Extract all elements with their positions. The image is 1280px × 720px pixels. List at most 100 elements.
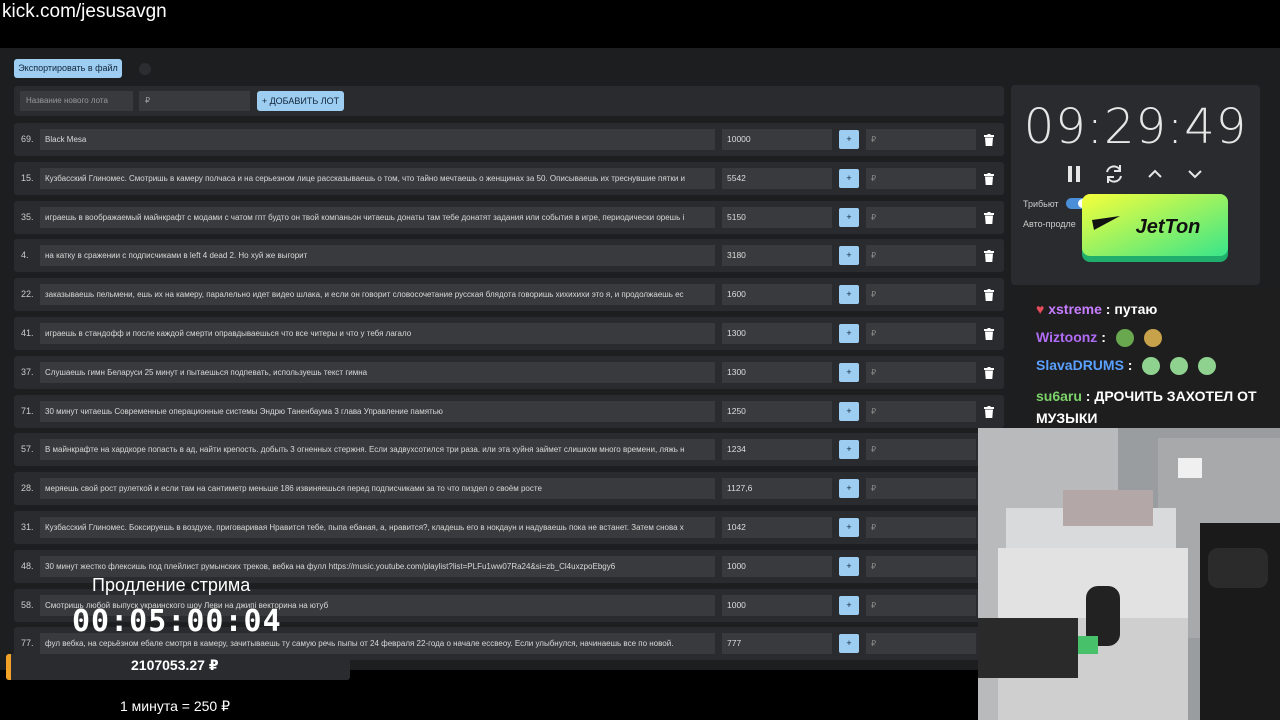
add-amount-button[interactable]: + [839,517,859,537]
chevron-up-icon[interactable] [1144,163,1166,185]
lot-number: 31. [21,521,34,532]
chat-message: Wiztoonz : [1036,329,1162,348]
total-amount: 2107053.27 ₽ [131,657,219,673]
autoextend-label: Авто-продле [1023,219,1076,229]
lot-amount-input[interactable]: 1600 [722,284,832,306]
lot-title-input[interactable]: заказываешь пельмени, ешь их на камеру, … [40,284,715,306]
trash-icon[interactable] [984,172,994,185]
lot-amount-input[interactable]: 5150 [722,206,832,228]
trash-icon[interactable] [984,405,994,418]
add-amount-input[interactable]: ₽ [866,206,976,228]
add-amount-button[interactable]: + [839,401,859,421]
lot-row: 35. играешь в воображаемый майнкрафт с мо… [14,200,1004,234]
lot-amount-input[interactable]: 10000 [722,129,832,150]
add-lot-button[interactable]: + ДОБАВИТЬ ЛОТ [257,91,344,111]
new-lot-price-input[interactable]: ₽ [139,91,250,111]
pepe-emote-icon [1115,329,1134,348]
extension-label: Продление стрима [92,575,251,595]
lot-row: 22. заказываешь пельмени, ешь их на камер… [14,278,1004,312]
chat-message: ♥ xstreme : путаю [1036,301,1158,317]
add-amount-button[interactable]: + [839,246,859,266]
trash-icon[interactable] [984,211,994,224]
lot-amount-input[interactable]: 1127,6 [722,478,832,500]
trash-icon[interactable] [984,250,994,263]
lot-number: 22. [21,289,34,300]
tribute-label: Трибьют [1023,199,1059,209]
lot-number: 37. [21,366,34,377]
lot-amount-input[interactable]: 1234 [722,439,832,461]
pause-icon[interactable] [1063,163,1085,185]
add-amount-button[interactable]: + [839,595,859,615]
add-amount-button[interactable]: + [839,130,859,149]
lot-title-input[interactable]: 30 минут жестко флексишь под плейлист ру… [40,555,715,577]
add-amount-input[interactable]: ₽ [866,284,976,306]
lot-amount-input[interactable]: 1300 [722,322,832,344]
lot-title-input[interactable]: 30 минут читаешь Современные операционны… [40,400,715,422]
lot-amount-input[interactable]: 1300 [722,361,832,383]
lot-row: 4. на катку в сражении с подписчиками в l… [14,239,1004,273]
lot-amount-input[interactable]: 777 [722,633,832,655]
lot-number: 69. [21,134,34,144]
add-amount-button[interactable]: + [839,440,859,460]
lot-amount-input[interactable]: 1000 [722,594,832,616]
add-amount-input[interactable]: ₽ [866,555,976,577]
trash-icon[interactable] [984,289,994,302]
add-amount-input[interactable]: ₽ [866,633,976,655]
extension-timer: 00:05:00:04 [72,604,282,639]
add-amount-button[interactable]: + [839,634,859,654]
add-amount-input[interactable]: ₽ [866,167,976,189]
add-amount-input[interactable]: ₽ [866,361,976,383]
lot-row: 69. Black Mesa 10000 + ₽ [14,123,1004,156]
lot-title-input[interactable]: Black Mesa [40,129,715,150]
chevron-down-icon[interactable] [1184,163,1206,185]
lot-amount-input[interactable]: 1250 [722,400,832,422]
doge-emote-icon [1143,329,1162,348]
lot-number: 48. [21,560,34,571]
lot-row: 31. Кузбасский Глиномес. Боксируешь в воз… [14,510,1004,544]
reset-icon[interactable] [1103,163,1125,185]
status-dot [139,63,151,75]
lot-row: 28. меряешь свой рост рулеткой и если там… [14,472,1004,506]
export-button[interactable]: Экспортировать в файл [14,59,122,78]
add-amount-input[interactable]: ₽ [866,594,976,616]
svg-text:JetTon: JetTon [1136,216,1201,238]
lot-title-input[interactable]: на катку в сражении с подписчиками в lef… [40,245,715,267]
lot-title-input[interactable]: играешь в стандофф и после каждой смерти… [40,322,715,344]
lot-amount-input[interactable]: 5542 [722,167,832,189]
lot-number: 58. [21,599,34,610]
stream-url: kick.com/jesusavgn [2,1,167,22]
add-amount-input[interactable]: ₽ [866,245,976,267]
lot-title-input[interactable]: играешь в воображаемый майнкрафт с модам… [40,206,715,228]
lot-amount-input[interactable]: 1042 [722,516,832,538]
add-amount-button[interactable]: + [839,479,859,499]
add-amount-input[interactable]: ₽ [866,400,976,422]
add-amount-button[interactable]: + [839,168,859,188]
add-amount-input[interactable]: ₽ [866,322,976,344]
add-amount-button[interactable]: + [839,285,859,305]
total-accent [6,654,11,680]
rate-label: 1 минута = 250 ₽ [120,698,231,714]
lot-number: 15. [21,172,34,183]
add-amount-input[interactable]: ₽ [866,129,976,150]
lot-title-input[interactable]: Кузбасский Глиномес. Боксируешь в воздух… [40,516,715,538]
trash-icon[interactable] [984,366,994,379]
lot-amount-input[interactable]: 3180 [722,245,832,267]
trash-icon[interactable] [984,134,994,146]
new-lot-name-input[interactable]: Название нового лота [20,91,133,111]
lot-row: 37. Слушаешь гимн Беларуси 25 минут и пыт… [14,355,1004,389]
add-amount-input[interactable]: ₽ [866,478,976,500]
lot-row: 41. играешь в стандофф и после каждой сме… [14,316,1004,350]
lot-title-input[interactable]: Слушаешь гимн Беларуси 25 минут и пытаеш… [40,361,715,383]
add-amount-button[interactable]: + [839,556,859,576]
lot-number: 41. [21,327,34,338]
add-amount-input[interactable]: ₽ [866,439,976,461]
lot-title-input[interactable]: меряешь свой рост рулеткой и если там на… [40,478,715,500]
add-amount-input[interactable]: ₽ [866,516,976,538]
lot-title-input[interactable]: Кузбасский Глиномес. Смотришь в камеру п… [40,167,715,189]
lot-amount-input[interactable]: 1000 [722,555,832,577]
add-amount-button[interactable]: + [839,323,859,343]
trash-icon[interactable] [984,327,994,340]
lot-title-input[interactable]: В майнкрафте на хардкоре попасть в ад, н… [40,439,715,461]
add-amount-button[interactable]: + [839,362,859,382]
add-amount-button[interactable]: + [839,207,859,227]
